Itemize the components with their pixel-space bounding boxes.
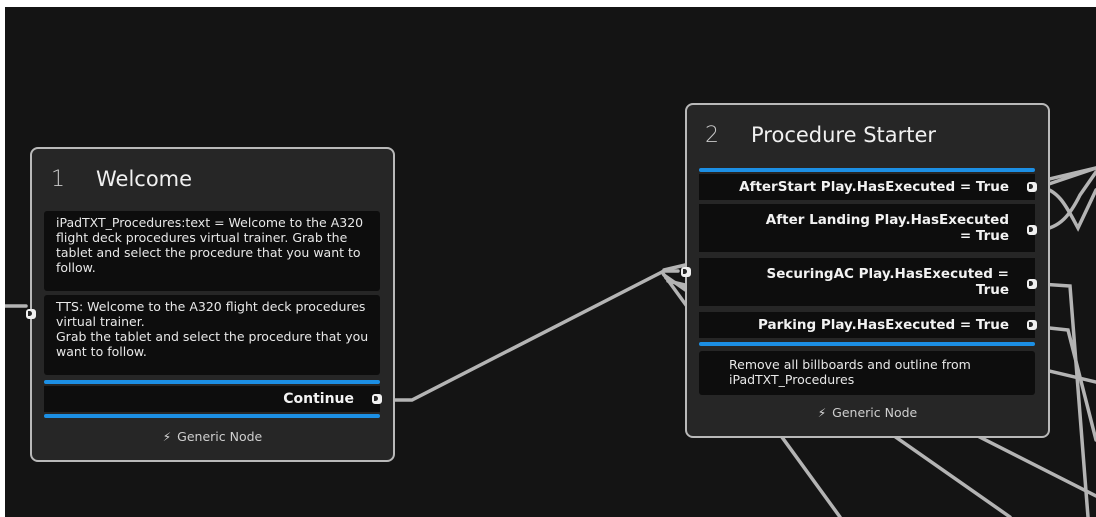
output-bar-bottom — [44, 414, 380, 418]
output-port-securingac[interactable] — [1027, 279, 1037, 289]
node-header[interactable]: 1 Welcome — [32, 149, 393, 209]
node-number: 2 — [705, 123, 719, 148]
graph-canvas[interactable]: 1 Welcome iPadTXT_Procedures:text = Welc… — [5, 7, 1096, 517]
output-port-parking[interactable] — [1027, 320, 1037, 330]
node-number: 1 — [51, 167, 65, 192]
output-label: AfterStart Play.HasExecuted = True — [739, 179, 1009, 195]
lightning-bolt-icon: ⚡︎ — [162, 430, 172, 444]
output-port-continue[interactable] — [372, 394, 382, 404]
node-welcome[interactable]: 1 Welcome iPadTXT_Procedures:text = Welc… — [26, 147, 395, 462]
output-securingac[interactable]: SecuringAC Play.HasExecuted = True — [699, 258, 1035, 306]
output-bar-bottom — [699, 342, 1035, 346]
node-type-label: Generic Node — [177, 429, 263, 444]
output-bar-top — [44, 380, 380, 384]
node-header[interactable]: 2 Procedure Starter — [687, 105, 1048, 165]
output-after-landing[interactable]: After Landing Play.HasExecuted = True — [699, 204, 1035, 252]
node-type-label: Generic Node — [832, 405, 918, 420]
output-parking[interactable]: Parking Play.HasExecuted = True — [699, 312, 1035, 338]
output-label: After Landing Play.HasExecuted = True — [765, 212, 1009, 244]
node-title: Procedure Starter — [751, 123, 937, 147]
lightning-bolt-icon: ⚡︎ — [817, 406, 827, 420]
output-label: Continue — [283, 391, 354, 407]
output-port-afterstart[interactable] — [1027, 182, 1037, 192]
output-bar-top — [699, 168, 1035, 172]
input-port[interactable] — [681, 267, 691, 277]
node-procedure-starter[interactable]: 2 Procedure Starter AfterStart Play.HasE… — [681, 103, 1050, 438]
output-afterstart[interactable]: AfterStart Play.HasExecuted = True — [699, 174, 1035, 200]
output-continue[interactable]: Continue — [44, 386, 380, 412]
input-port[interactable] — [26, 309, 36, 319]
output-label: Parking Play.HasExecuted = True — [757, 317, 1009, 333]
action-remove-billboards[interactable]: Remove all billboards and outline from i… — [699, 351, 1035, 395]
action-tts[interactable]: TTS: Welcome to the A320 flight deck pro… — [44, 295, 380, 375]
output-label: SecuringAC Play.HasExecuted = True — [766, 266, 1009, 298]
wire-continue-to-procedure-starter — [390, 269, 680, 402]
output-port-after-landing[interactable] — [1027, 225, 1037, 235]
node-type-footer: ⚡︎ Generic Node — [687, 405, 1048, 420]
node-title: Welcome — [96, 167, 193, 191]
node-type-footer: ⚡︎ Generic Node — [32, 429, 393, 444]
action-set-text[interactable]: iPadTXT_Procedures:text = Welcome to the… — [44, 211, 380, 291]
